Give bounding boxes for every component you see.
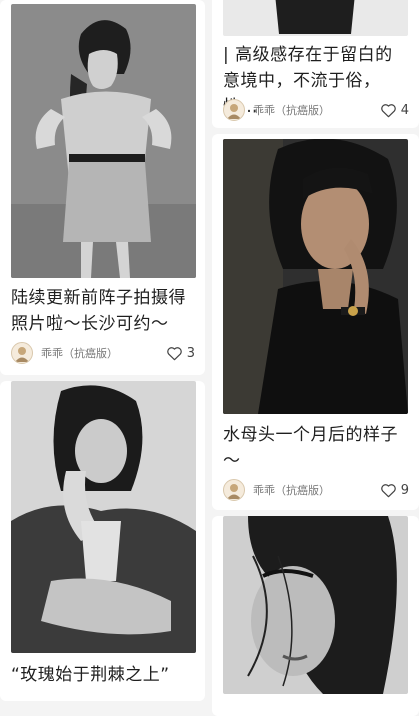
post-title[interactable]: “玫瑰始于荆棘之上” [11, 662, 195, 688]
post-card-4[interactable]: 水母头一个月后的样子～ 乖乖（抗癌版） 9 [212, 134, 419, 510]
portrait-dress-photo[interactable] [11, 4, 196, 278]
post-title[interactable]: 陆续更新前阵子拍摄得照片啦～长沙可约～ [11, 285, 195, 337]
post-meta: 乖乖（抗癌版） 4 [223, 99, 409, 121]
author-name[interactable]: 乖乖（抗癌版） [253, 482, 330, 498]
heart-outline-icon [380, 483, 396, 497]
author-name[interactable]: 乖乖（抗癌版） [253, 102, 330, 118]
like-count: 9 [400, 482, 409, 498]
like-button[interactable]: 9 [380, 483, 409, 498]
author-avatar[interactable] [223, 99, 245, 121]
post-meta: 乖乖（抗癌版） 9 [223, 479, 409, 501]
portrait-cropped-photo[interactable] [223, 0, 408, 36]
like-button[interactable]: 4 [380, 103, 409, 118]
author-name[interactable]: 乖乖（抗癌版） [41, 345, 118, 361]
portrait-hair-photo[interactable] [223, 516, 408, 694]
post-card-1[interactable]: 陆续更新前阵子拍摄得照片啦～长沙可约～ 乖乖（抗癌版） 3 [0, 0, 205, 375]
heart-outline-icon [380, 103, 396, 117]
portrait-hands-photo[interactable] [11, 381, 196, 653]
author-avatar[interactable] [223, 479, 245, 501]
post-meta: 乖乖（抗癌版） 3 [11, 342, 195, 364]
like-count: 4 [400, 102, 409, 118]
heart-outline-icon [166, 346, 182, 360]
post-title[interactable]: 水母头一个月后的样子～ [223, 422, 409, 474]
author-avatar[interactable] [11, 342, 33, 364]
post-card-3[interactable]: | 高级感存在于留白的意境中，不流于俗，性… 乖乖（抗癌版） 4 [212, 0, 419, 128]
like-count: 3 [186, 345, 195, 361]
post-card-5[interactable] [212, 516, 419, 716]
like-button[interactable]: 3 [166, 346, 195, 361]
post-card-2[interactable]: “玫瑰始于荆棘之上” [0, 381, 205, 701]
portrait-bob-photo[interactable] [223, 139, 408, 414]
